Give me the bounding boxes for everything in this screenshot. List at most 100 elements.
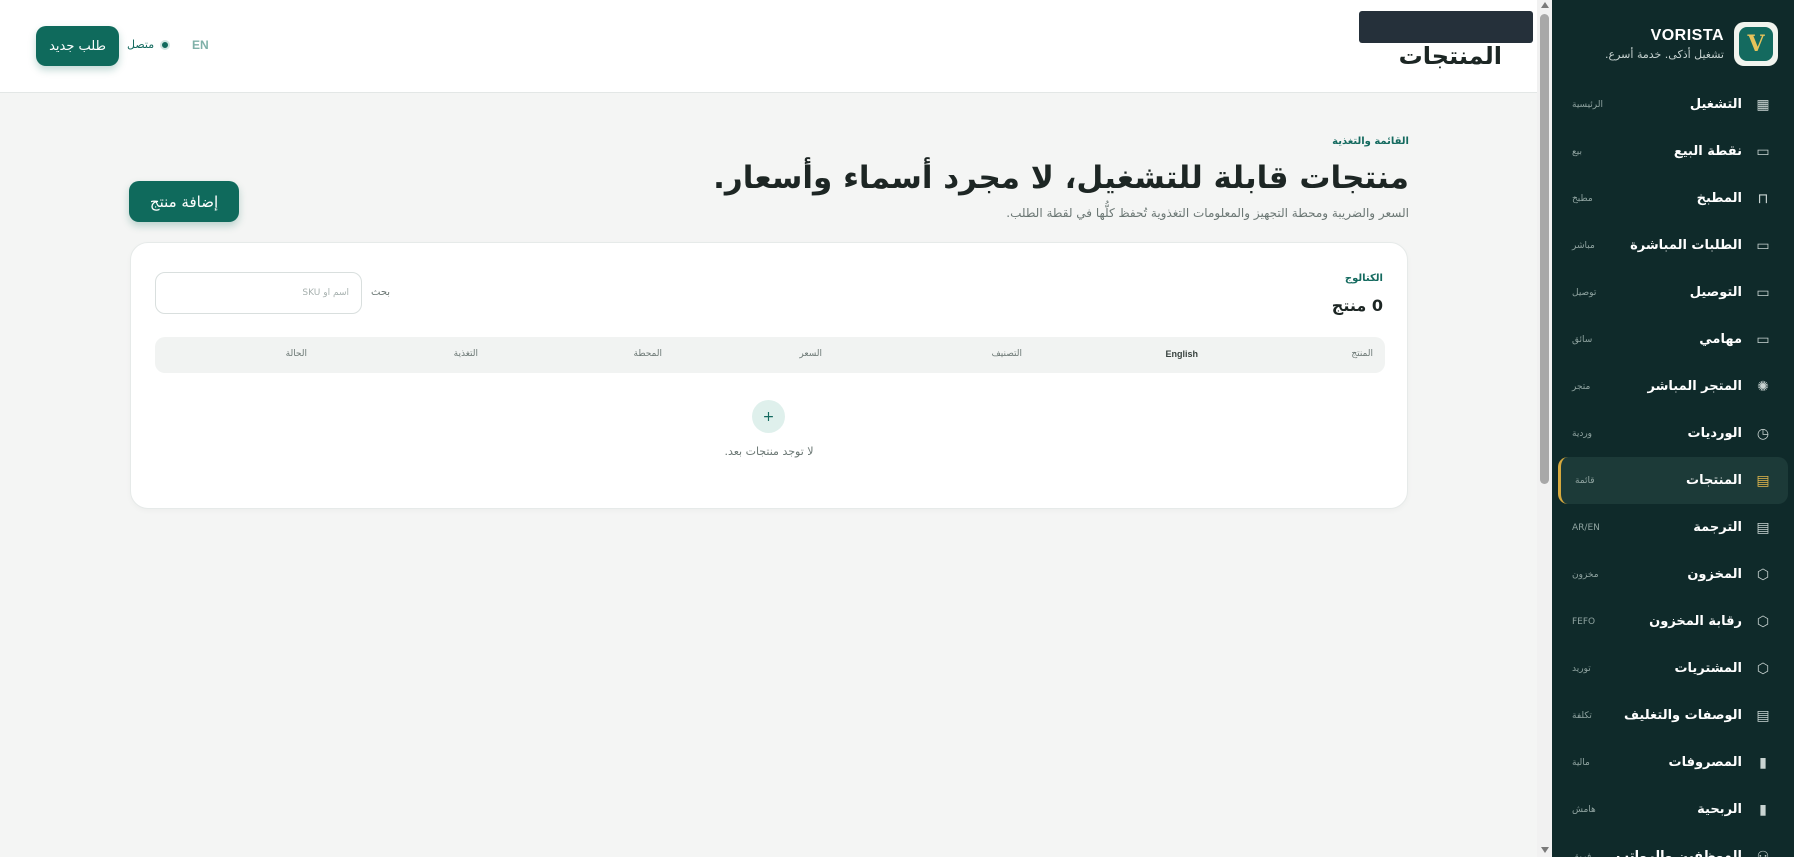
sidebar-item-label: نقطة البيع xyxy=(1673,144,1742,159)
sidebar-item-label: الطلبات المباشرة xyxy=(1630,238,1742,253)
column-header: التغذية xyxy=(453,349,478,359)
sidebar-item-sub: هامش xyxy=(1572,804,1596,815)
sun-icon: ✺ xyxy=(1757,378,1769,395)
sidebar-item-sub: بيع xyxy=(1572,146,1583,157)
sidebar-item[interactable]: ⬡ المشتريات توريد xyxy=(1558,645,1788,692)
sidebar-item-label: مهامي xyxy=(1699,332,1742,347)
connection-status: متصل xyxy=(127,38,171,51)
sidebar-item[interactable]: ▭ الطلبات المباشرة مباشر xyxy=(1558,222,1788,269)
sidebar-item[interactable]: ▮ الربحية هامش xyxy=(1558,786,1788,833)
sidebar-item[interactable]: ▮ المصروفات مالية xyxy=(1558,739,1788,786)
bar-chart-icon: ▮ xyxy=(1759,801,1767,818)
sidebar-item-label: التشغيل xyxy=(1689,97,1742,112)
add-product-button[interactable]: إضافة منتج xyxy=(129,181,239,222)
new-order-button[interactable]: طلب جديد xyxy=(36,26,119,66)
dashboard-icon: ▦ xyxy=(1756,96,1770,113)
sidebar-item-sub: قائمة xyxy=(1575,475,1595,486)
column-header: المحطة xyxy=(633,349,662,359)
users-icon: ⚇ xyxy=(1756,848,1770,857)
monitor-icon: ▭ xyxy=(1756,284,1770,301)
sidebar-item-sub: وردية xyxy=(1572,428,1593,439)
page-title: المنتجات xyxy=(1398,42,1502,70)
sidebar-item-sub: الرئيسية xyxy=(1572,99,1603,110)
sidebar-item-label: المشتريات xyxy=(1674,661,1742,676)
main-title: منتجات قابلة للتشغيل، لا مجرد أسماء وأسع… xyxy=(713,160,1409,196)
catalog-card: الكتالوج 0 منتج بحث المنتج English التصن… xyxy=(130,242,1408,509)
sidebar-item[interactable]: ▤ المنتجات قائمة xyxy=(1558,457,1788,504)
brand-tagline: تشغيل أذكى. خدمة أسرع. xyxy=(1605,48,1724,61)
sidebar-item-label: المتجر المباشر xyxy=(1647,379,1742,394)
sidebar-item[interactable]: ✺ المتجر المباشر متجر xyxy=(1558,363,1788,410)
sidebar-item[interactable]: ◷ الورديات وردية xyxy=(1558,410,1788,457)
empty-plus-icon: + xyxy=(752,400,785,433)
clipboard-icon: ▤ xyxy=(1756,472,1770,489)
sidebar-item-sub: سائق xyxy=(1572,334,1593,345)
sidebar-item[interactable]: ▭ مهامي سائق xyxy=(1558,316,1788,363)
scroll-up-icon[interactable] xyxy=(1541,2,1549,8)
sidebar-item-sub: FEFO xyxy=(1572,616,1596,627)
sidebar-item-sub: مباشر xyxy=(1572,240,1595,251)
sidebar-item[interactable]: ▤ الوصفات والتغليف تكلفة xyxy=(1558,692,1788,739)
sidebar-item[interactable]: ⬡ المخزون مخزون xyxy=(1558,551,1788,598)
brand[interactable]: V VORISTA تشغيل أذكى. خدمة أسرع. xyxy=(1605,22,1778,66)
box-icon: ⬡ xyxy=(1756,660,1770,677)
sidebar-item-label: المصروفات xyxy=(1668,755,1743,770)
sidebar-item[interactable]: ⊓ المطبخ مطبخ xyxy=(1558,175,1788,222)
sidebar-item[interactable]: ⬡ رقابة المخزون FEFO xyxy=(1558,598,1788,645)
sidebar-item-label: الوصفات والتغليف xyxy=(1623,708,1742,723)
sidebar-item[interactable]: ⚇ الموظفين والرواتب فريق xyxy=(1558,833,1788,857)
sidebar-item-sub: مالية xyxy=(1572,757,1590,768)
scroll-thumb[interactable] xyxy=(1540,14,1549,484)
catalog-label: الكتالوج xyxy=(1344,273,1383,284)
search-input[interactable] xyxy=(156,273,361,313)
sidebar-item-sub: مطبخ xyxy=(1572,193,1593,204)
language-toggle[interactable]: EN xyxy=(192,38,209,52)
search-label: بحث xyxy=(371,287,391,298)
status-dot-icon xyxy=(160,39,171,50)
sidebar-item[interactable]: ▦ التشغيل الرئيسية xyxy=(1558,81,1788,128)
sidebar-item[interactable]: ▭ نقطة البيع بيع xyxy=(1558,128,1788,175)
sidebar-item-sub: AR/EN xyxy=(1572,522,1600,533)
sidebar-item-label: رقابة المخزون xyxy=(1649,614,1742,629)
sidebar-item-sub: توصيل xyxy=(1572,287,1597,298)
column-header: English xyxy=(1165,349,1198,359)
sidebar-item-label: الورديات xyxy=(1687,426,1742,441)
header-dark-banner xyxy=(1359,11,1533,43)
store-icon: ▭ xyxy=(1756,237,1770,254)
top-header: المنتجات طلب جديد متصل EN xyxy=(0,0,1537,93)
sidebar-item-label: الموظفين والرواتب xyxy=(1615,849,1742,857)
monitor-icon: ▭ xyxy=(1756,331,1770,348)
sidebar-item-label: التوصيل xyxy=(1689,285,1742,300)
sidebar-nav: ▦ التشغيل الرئيسية ▭ نقطة البيع بيع ⊓ المطبخ مطب… xyxy=(1552,81,1794,857)
box-icon: ⬡ xyxy=(1756,613,1770,630)
sidebar-item-sub: متجر xyxy=(1572,381,1591,392)
page-scrollbar[interactable] xyxy=(1537,0,1552,857)
sidebar-item-sub: مخزون xyxy=(1572,569,1599,580)
bar-chart-icon: ▮ xyxy=(1759,754,1767,771)
table-header: المنتج English التصنيف السعر المحطة التغ… xyxy=(155,337,1385,373)
sidebar-item[interactable]: ▤ الترجمة AR/EN xyxy=(1558,504,1788,551)
sidebar-item-sub: تكلفة xyxy=(1572,710,1592,721)
box-icon: ⬡ xyxy=(1756,566,1770,583)
sidebar: V VORISTA تشغيل أذكى. خدمة أسرع. ▦ التشغي… xyxy=(1552,0,1794,857)
column-header: السعر xyxy=(799,349,822,359)
search-field xyxy=(155,272,362,314)
scroll-down-icon[interactable] xyxy=(1541,847,1549,853)
clipboard-icon: ▤ xyxy=(1756,707,1770,724)
bag-icon: ⊓ xyxy=(1757,190,1769,207)
column-header: المنتج xyxy=(1351,349,1373,359)
empty-state-text: لا توجد منتجات بعد. xyxy=(724,445,814,458)
clock-icon: ◷ xyxy=(1756,425,1770,442)
sidebar-item-sub: توريد xyxy=(1572,663,1591,674)
status-label: متصل xyxy=(127,38,155,51)
column-header: الحالة xyxy=(285,349,307,359)
sidebar-item-label: الربحية xyxy=(1697,802,1742,817)
section-eyebrow: القائمة والتغذية xyxy=(1332,136,1409,147)
sidebar-item-label: المنتجات xyxy=(1686,473,1742,488)
logo-icon: V xyxy=(1734,22,1778,66)
store-icon: ▭ xyxy=(1756,143,1770,160)
sidebar-item-label: المخزون xyxy=(1687,567,1742,582)
clipboard-icon: ▤ xyxy=(1756,519,1770,536)
sidebar-item-label: المطبخ xyxy=(1696,191,1742,206)
sidebar-item[interactable]: ▭ التوصيل توصيل xyxy=(1558,269,1788,316)
